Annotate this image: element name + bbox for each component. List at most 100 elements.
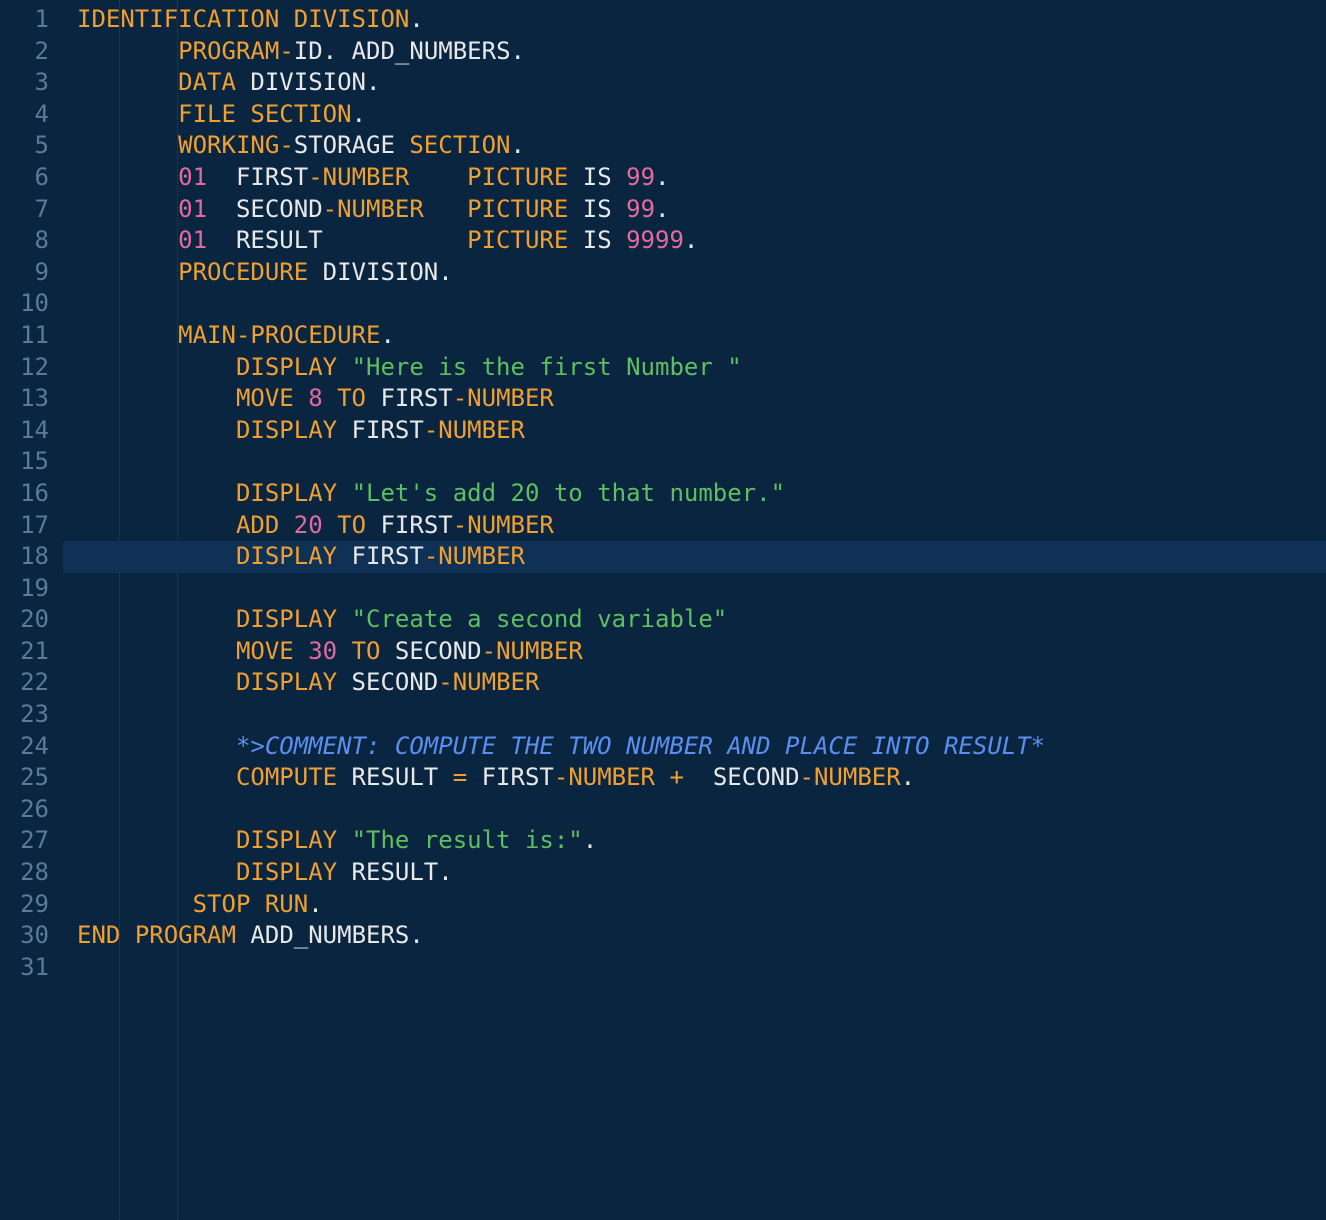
token-punct: .: [366, 68, 380, 96]
token-id: [77, 732, 236, 760]
token-id: [77, 542, 236, 570]
token-id: [250, 890, 264, 918]
line-number: 5: [0, 130, 49, 162]
code-line[interactable]: MAIN-PROCEDURE.: [77, 320, 1326, 352]
code-line[interactable]: PROCEDURE DIVISION.: [77, 257, 1326, 289]
token-punct: .: [511, 131, 525, 159]
code-line[interactable]: COMPUTE RESULT = FIRST-NUMBER + SECOND-N…: [77, 762, 1326, 794]
token-kw: RUN: [265, 890, 308, 918]
token-id: IS: [568, 226, 626, 254]
token-kw: NUMBER: [438, 416, 525, 444]
line-number: 28: [0, 857, 49, 889]
code-line[interactable]: [77, 699, 1326, 731]
token-op: -: [279, 37, 293, 65]
token-id: [279, 5, 293, 33]
token-id: [655, 763, 669, 791]
line-number: 23: [0, 699, 49, 731]
code-line[interactable]: DATA DIVISION.: [77, 67, 1326, 99]
line-number: 3: [0, 67, 49, 99]
token-kw: FILE: [178, 100, 236, 128]
code-line[interactable]: [77, 794, 1326, 826]
token-kw: DISPLAY: [236, 858, 337, 886]
code-line[interactable]: [77, 446, 1326, 478]
code-line[interactable]: DISPLAY "Here is the first Number ": [77, 352, 1326, 384]
token-kw: PROGRAM: [135, 921, 236, 949]
token-id: [77, 321, 178, 349]
line-number: 21: [0, 636, 49, 668]
code-line[interactable]: MOVE 8 TO FIRST-NUMBER: [77, 383, 1326, 415]
code-line[interactable]: DISPLAY FIRST-NUMBER: [63, 541, 1326, 573]
code-line[interactable]: FILE SECTION.: [77, 99, 1326, 131]
code-line[interactable]: [77, 288, 1326, 320]
code-line[interactable]: DISPLAY "Create a second variable": [77, 604, 1326, 636]
token-kw: MOVE: [236, 637, 294, 665]
token-id: DIVISION: [308, 258, 438, 286]
code-line[interactable]: DISPLAY SECOND-NUMBER: [77, 667, 1326, 699]
token-id: [409, 163, 467, 191]
code-area[interactable]: IDENTIFICATION DIVISION. PROGRAM-ID. ADD…: [63, 0, 1326, 1220]
token-kw: TO: [337, 511, 366, 539]
token-id: FIRST: [366, 384, 453, 412]
token-kw: NUMBER: [467, 384, 554, 412]
token-num: 99: [626, 195, 655, 223]
line-number: 7: [0, 194, 49, 226]
line-number: 10: [0, 288, 49, 320]
line-number: 27: [0, 825, 49, 857]
code-line[interactable]: ADD 20 TO FIRST-NUMBER: [77, 510, 1326, 542]
token-id: [77, 163, 178, 191]
line-number-gutter: 1234567891011121314151617181920212223242…: [0, 0, 63, 1220]
code-line[interactable]: 01 FIRST-NUMBER PICTURE IS 99.: [77, 162, 1326, 194]
token-kw: TO: [337, 384, 366, 412]
code-line[interactable]: *>COMMENT: COMPUTE THE TWO NUMBER AND PL…: [77, 731, 1326, 763]
code-line[interactable]: DISPLAY RESULT.: [77, 857, 1326, 889]
token-id: [77, 226, 178, 254]
token-id: [77, 826, 236, 854]
code-line[interactable]: 01 RESULT PICTURE IS 9999.: [77, 225, 1326, 257]
token-punct: .: [511, 37, 525, 65]
code-line[interactable]: IDENTIFICATION DIVISION.: [77, 4, 1326, 36]
token-op: -: [453, 384, 467, 412]
code-line[interactable]: 01 SECOND-NUMBER PICTURE IS 99.: [77, 194, 1326, 226]
line-number: 9: [0, 257, 49, 289]
code-line[interactable]: MOVE 30 TO SECOND-NUMBER: [77, 636, 1326, 668]
line-number: 6: [0, 162, 49, 194]
token-kw: NUMBER: [568, 763, 655, 791]
code-line[interactable]: STOP RUN.: [77, 889, 1326, 921]
token-id: [77, 511, 236, 539]
token-num: 8: [308, 384, 322, 412]
token-id: [77, 131, 178, 159]
code-line[interactable]: [77, 952, 1326, 984]
line-number: 24: [0, 731, 49, 763]
token-id: FIRST: [337, 542, 424, 570]
token-num: 01: [178, 195, 207, 223]
token-op: +: [669, 763, 683, 791]
token-id: [77, 195, 178, 223]
token-kw: MAIN: [178, 321, 236, 349]
token-op: -: [424, 416, 438, 444]
code-line[interactable]: DISPLAY FIRST-NUMBER: [77, 415, 1326, 447]
token-kw: ADD: [236, 511, 279, 539]
token-kw: PROGRAM: [178, 37, 279, 65]
token-id: [337, 353, 351, 381]
token-id: STORAGE: [294, 131, 410, 159]
token-id: RESULT: [207, 226, 467, 254]
code-line[interactable]: END PROGRAM ADD_NUMBERS.: [77, 920, 1326, 952]
token-id: RESULT: [337, 763, 453, 791]
token-id: FIRST: [467, 763, 554, 791]
token-id: [77, 605, 236, 633]
code-line[interactable]: [77, 573, 1326, 605]
code-line[interactable]: WORKING-STORAGE SECTION.: [77, 130, 1326, 162]
token-punct: .: [323, 37, 352, 65]
token-kw: PROCEDURE: [250, 321, 380, 349]
token-id: FIRST: [337, 416, 424, 444]
code-line[interactable]: DISPLAY "The result is:".: [77, 825, 1326, 857]
code-editor[interactable]: 1234567891011121314151617181920212223242…: [0, 0, 1326, 1220]
token-id: ADD_NUMBERS: [352, 37, 511, 65]
token-id: SECOND: [684, 763, 800, 791]
token-kw: NUMBER: [453, 668, 540, 696]
token-punct: .: [684, 226, 698, 254]
code-line[interactable]: DISPLAY "Let's add 20 to that number.": [77, 478, 1326, 510]
token-punct: .: [438, 258, 452, 286]
code-line[interactable]: PROGRAM-ID. ADD_NUMBERS.: [77, 36, 1326, 68]
token-op: =: [453, 763, 467, 791]
